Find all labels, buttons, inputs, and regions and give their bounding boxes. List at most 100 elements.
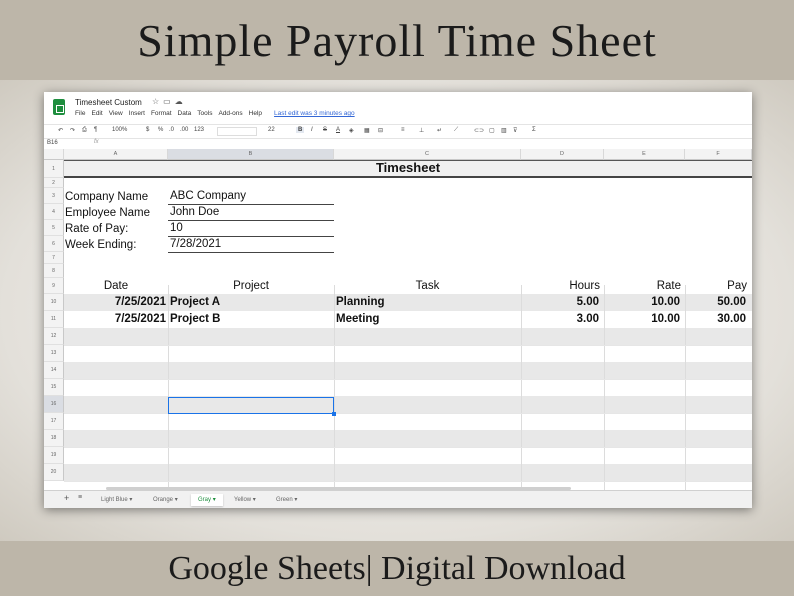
entry-rate[interactable]: 10.00 — [604, 295, 680, 309]
entry-task[interactable]: Planning — [336, 295, 385, 309]
row-header-17[interactable]: 17 — [44, 413, 64, 430]
row-header-10[interactable]: 10 — [44, 294, 64, 311]
font-select[interactable] — [217, 127, 257, 136]
column-header-e[interactable]: E — [604, 149, 685, 160]
row-header-8[interactable]: 8 — [44, 264, 64, 278]
menu-view[interactable]: View — [109, 110, 123, 117]
header-hours[interactable]: Hours — [521, 279, 600, 293]
functions-icon[interactable]: Σ — [532, 127, 536, 133]
menu-format[interactable]: Format — [151, 110, 172, 117]
entry-date[interactable]: 7/25/2021 — [64, 312, 166, 326]
menu-tools[interactable]: Tools — [197, 110, 212, 117]
entry-project[interactable]: Project B — [170, 312, 221, 326]
entry-hours[interactable]: 3.00 — [521, 312, 599, 326]
last-edit-link[interactable]: Last edit was 3 minutes ago — [274, 110, 355, 117]
entry-rate[interactable]: 10.00 — [604, 312, 680, 326]
menu-file[interactable]: File — [75, 110, 85, 117]
borders-icon[interactable]: ▦ — [364, 127, 370, 134]
row-header-15[interactable]: 15 — [44, 379, 64, 396]
row-header-3[interactable]: 3 — [44, 188, 64, 204]
row-header-16[interactable]: 16 — [44, 396, 64, 413]
insert-chart-icon[interactable]: ▥ — [501, 127, 507, 134]
entry-task[interactable]: Meeting — [336, 312, 379, 326]
zoom-select[interactable]: 100% — [112, 127, 127, 133]
row-header-5[interactable]: 5 — [44, 220, 64, 236]
tab-yellow[interactable]: Yellow ▾ — [227, 494, 263, 506]
menu-insert[interactable]: Insert — [129, 110, 145, 117]
text-wrap-icon[interactable]: ↵ — [437, 127, 442, 134]
row-header-19[interactable]: 19 — [44, 447, 64, 464]
menu-help[interactable]: Help — [249, 110, 262, 117]
header-task[interactable]: Task — [334, 279, 521, 293]
tab-gray[interactable]: Gray ▾ — [191, 494, 223, 506]
entry-pay[interactable]: 30.00 — [685, 312, 746, 326]
text-rotate-icon[interactable]: ⟋ — [454, 127, 458, 134]
employee-name-label[interactable]: Employee Name — [65, 206, 150, 220]
row-header-6[interactable]: 6 — [44, 236, 64, 252]
column-header-c[interactable]: C — [334, 149, 521, 160]
header-date[interactable]: Date — [64, 279, 168, 293]
fill-color-icon[interactable]: ◈ — [349, 127, 354, 134]
entry-hours[interactable]: 5.00 — [521, 295, 599, 309]
tab-green[interactable]: Green ▾ — [269, 494, 304, 506]
filter-icon[interactable]: ⊽ — [513, 127, 517, 134]
bold-button[interactable]: B — [296, 127, 305, 133]
cloud-icon[interactable]: ☁ — [175, 97, 187, 106]
row-header-13[interactable]: 13 — [44, 345, 64, 362]
folder-icon[interactable]: ▭ — [163, 97, 175, 106]
column-header-d[interactable]: D — [521, 149, 604, 160]
selected-cell-b16[interactable] — [168, 397, 336, 416]
row-header-12[interactable]: 12 — [44, 328, 64, 345]
decrease-decimal-button[interactable]: .0 — [169, 127, 174, 133]
row-header-9[interactable]: 9 — [44, 278, 64, 294]
menu-edit[interactable]: Edit — [91, 110, 102, 117]
row-header-20[interactable]: 20 — [44, 464, 64, 481]
increase-decimal-button[interactable]: .00 — [180, 127, 188, 133]
vertical-align-icon[interactable]: ⊥ — [419, 127, 424, 134]
column-header-b[interactable]: B — [168, 149, 334, 160]
all-sheets-icon[interactable]: ≡ — [78, 494, 82, 501]
menu-data[interactable]: Data — [178, 110, 192, 117]
undo-icon[interactable]: ↶ — [58, 127, 63, 134]
company-name-label[interactable]: Company Name — [65, 190, 148, 204]
header-rate[interactable]: Rate — [604, 279, 681, 293]
add-sheet-icon[interactable]: + — [64, 493, 69, 503]
header-project[interactable]: Project — [168, 279, 334, 293]
tab-orange[interactable]: Orange ▾ — [146, 494, 185, 506]
text-color-button[interactable]: A — [336, 127, 340, 133]
select-all-corner[interactable] — [44, 149, 64, 160]
menu-addons[interactable]: Add-ons — [218, 110, 242, 117]
row-header-7[interactable]: 7 — [44, 252, 64, 264]
more-formats-button[interactable]: 123 — [194, 127, 204, 133]
redo-icon[interactable]: ↷ — [70, 127, 75, 134]
name-box[interactable]: B16 — [47, 140, 58, 146]
entry-project[interactable]: Project A — [170, 295, 220, 309]
percent-button[interactable]: % — [158, 127, 163, 133]
entry-pay[interactable]: 50.00 — [685, 295, 746, 309]
document-title[interactable]: Timesheet Custom — [75, 98, 142, 107]
row-header-4[interactable]: 4 — [44, 204, 64, 220]
row-header-14[interactable]: 14 — [44, 362, 64, 379]
star-icon[interactable]: ☆ — [152, 97, 163, 106]
row-header-2[interactable]: 2 — [44, 178, 64, 188]
horizontal-align-icon[interactable]: ≡ — [401, 127, 405, 133]
entry-date[interactable]: 7/25/2021 — [64, 295, 166, 309]
print-icon[interactable]: ⎙ — [82, 127, 87, 134]
employee-name-value[interactable]: John Doe — [170, 205, 219, 219]
week-ending-label[interactable]: Week Ending: — [65, 238, 136, 252]
rate-of-pay-value[interactable]: 10 — [170, 221, 183, 235]
row-header-11[interactable]: 11 — [44, 311, 64, 328]
tab-light-blue[interactable]: Light Blue ▾ — [94, 494, 139, 506]
column-header-a[interactable]: A — [64, 149, 168, 160]
sheet-title[interactable]: Timesheet — [64, 161, 752, 175]
italic-button[interactable]: I — [311, 127, 313, 133]
paint-format-icon[interactable]: ¶ — [94, 127, 97, 133]
company-name-value[interactable]: ABC Company — [170, 189, 246, 203]
insert-comment-icon[interactable]: ▢ — [489, 127, 495, 134]
currency-button[interactable]: $ — [146, 127, 149, 133]
week-ending-value[interactable]: 7/28/2021 — [170, 237, 221, 251]
font-size-select[interactable]: 22 — [268, 127, 275, 133]
rate-of-pay-label[interactable]: Rate of Pay: — [65, 222, 128, 236]
column-header-f[interactable]: F — [685, 149, 752, 160]
merge-cells-icon[interactable]: ⊟ — [378, 127, 383, 134]
